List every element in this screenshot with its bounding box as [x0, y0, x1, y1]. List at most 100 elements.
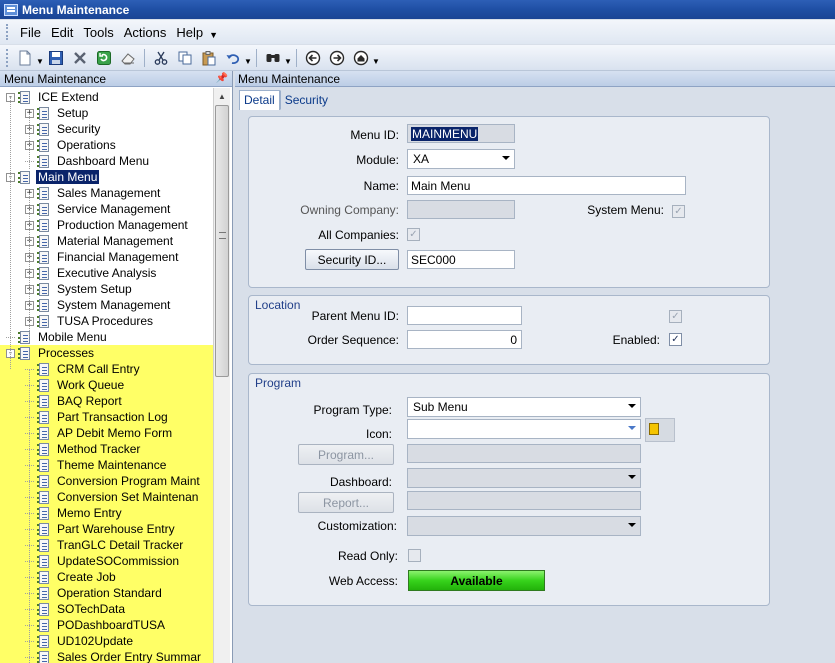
delete-icon[interactable] [70, 48, 90, 68]
icon-select[interactable] [407, 419, 641, 439]
all-companies-checkbox[interactable]: ✓ [407, 228, 420, 241]
refresh-icon[interactable] [94, 48, 114, 68]
back-icon[interactable] [303, 48, 323, 68]
security-id-field[interactable]: SEC000 [407, 250, 515, 269]
tree-row[interactable]: + TUSA Procedures [0, 313, 213, 329]
owning-company-field[interactable] [407, 200, 515, 219]
tree-row[interactable]: Create Job [0, 569, 213, 585]
name-field[interactable]: Main Menu [407, 176, 686, 195]
tree-row[interactable]: + Financial Management [0, 249, 213, 265]
tree-row[interactable]: + Sales Management [0, 185, 213, 201]
enabled-checkbox[interactable]: ✓ [669, 333, 682, 346]
tree-item-label[interactable]: Work Queue [55, 378, 126, 392]
tree-item-label[interactable]: Security [55, 122, 102, 136]
tree-item-label[interactable]: Conversion Program Maint [55, 474, 202, 488]
tree-item-label[interactable]: Main Menu [36, 170, 100, 184]
tree-row[interactable]: + Production Management [0, 217, 213, 233]
tree-item-label[interactable]: Dashboard Menu [55, 154, 151, 168]
tree-item-label[interactable]: System Management [55, 298, 172, 312]
search-dropdown-icon[interactable]: ▼ [284, 57, 292, 66]
report-field[interactable] [407, 491, 641, 510]
tree-item-label[interactable]: Part Transaction Log [55, 410, 170, 424]
tree-row[interactable]: + System Management [0, 297, 213, 313]
tree-item-label[interactable]: Setup [55, 106, 90, 120]
tree-item-label[interactable]: ICE Extend [36, 90, 101, 104]
security-id-button[interactable]: Security ID... [305, 249, 399, 270]
tree-row[interactable]: Part Transaction Log [0, 409, 213, 425]
tree-row[interactable]: AP Debit Memo Form [0, 425, 213, 441]
menu-id-field[interactable]: MAINMENU [407, 124, 515, 143]
tree-row[interactable]: Conversion Program Maint [0, 473, 213, 489]
pin-icon[interactable]: 📌 [216, 73, 228, 84]
tree-item-label[interactable]: TranGLC Detail Tracker [55, 538, 185, 552]
tree-item-label[interactable]: Operations [55, 138, 118, 152]
new-icon[interactable] [15, 48, 35, 68]
forward-icon[interactable] [327, 48, 347, 68]
tree-item-label[interactable]: Executive Analysis [55, 266, 158, 280]
tree-row[interactable]: + System Setup [0, 281, 213, 297]
tree-row[interactable]: + Executive Analysis [0, 265, 213, 281]
tree-row[interactable]: + Operations [0, 137, 213, 153]
tree-row[interactable]: + Material Management [0, 233, 213, 249]
save-icon[interactable] [46, 48, 66, 68]
menu-actions[interactable]: Actions [119, 25, 172, 40]
tree-item-label[interactable]: Part Warehouse Entry [55, 522, 177, 536]
tree-row[interactable]: Part Warehouse Entry [0, 521, 213, 537]
tree-row[interactable]: SOTechData [0, 601, 213, 617]
tree-item-label[interactable]: PODashboardTUSA [55, 618, 167, 632]
menu-tree[interactable]: - ICE Extend + Setup + Security + Operations Das… [0, 89, 213, 663]
tree-row[interactable]: Conversion Set Maintenan [0, 489, 213, 505]
read-only-checkbox[interactable] [408, 549, 421, 562]
undo-icon[interactable] [223, 48, 243, 68]
search-icon[interactable] [263, 48, 283, 68]
program-type-select[interactable]: Sub Menu [407, 397, 641, 417]
program-button[interactable]: Program... [298, 444, 394, 465]
tab-detail[interactable]: Detail [239, 90, 280, 110]
order-sequence-field[interactable]: 0 [407, 330, 522, 349]
tree-item-label[interactable]: Service Management [55, 202, 172, 216]
tree-item-label[interactable]: SOTechData [55, 602, 127, 616]
tree-item-label[interactable]: Create Job [55, 570, 118, 584]
tree-row[interactable]: Memo Entry [0, 505, 213, 521]
tree-row[interactable]: + Security [0, 121, 213, 137]
new-dropdown-icon[interactable]: ▼ [36, 57, 44, 66]
tree-row[interactable]: Method Tracker [0, 441, 213, 457]
tree-row[interactable]: + Setup [0, 105, 213, 121]
menu-tools[interactable]: Tools [78, 25, 118, 40]
tree-row[interactable]: - ICE Extend [0, 89, 213, 105]
tree-item-label[interactable]: UD102Update [55, 634, 135, 648]
scrollbar-thumb[interactable] [215, 105, 229, 377]
copy-icon[interactable] [175, 48, 195, 68]
home-dropdown-icon[interactable]: ▼ [372, 57, 380, 66]
tree-item-label[interactable]: Financial Management [55, 250, 180, 264]
tree-item-label[interactable]: Material Management [55, 234, 175, 248]
tree-item-label[interactable]: CRM Call Entry [55, 362, 142, 376]
tree-row[interactable]: Sales Order Entry Summar [0, 649, 213, 663]
menu-file[interactable]: File [15, 25, 46, 40]
parent-menu-id-field[interactable] [407, 306, 522, 325]
tree-item-label[interactable]: Production Management [55, 218, 190, 232]
tree-item-label[interactable]: TUSA Procedures [55, 314, 155, 328]
tree-item-label[interactable]: Memo Entry [55, 506, 124, 520]
undo-dropdown-icon[interactable]: ▼ [244, 57, 252, 66]
tree-item-label[interactable]: AP Debit Memo Form [55, 426, 174, 440]
tab-security[interactable]: Security [279, 90, 333, 110]
tree-item-label[interactable]: System Setup [55, 282, 134, 296]
clear-icon[interactable] [118, 48, 138, 68]
location-disabled-checkbox[interactable]: ✓ [669, 310, 682, 323]
tree-row[interactable]: BAQ Report [0, 393, 213, 409]
menubar-overflow-icon[interactable]: ▼ [209, 30, 218, 40]
report-button[interactable]: Report... [298, 492, 394, 513]
customization-select[interactable] [407, 516, 641, 536]
tree-row[interactable]: Dashboard Menu [0, 153, 213, 169]
tree-item-label[interactable]: Sales Order Entry Summar [55, 650, 203, 663]
tree-item-label[interactable]: Mobile Menu [36, 330, 109, 344]
menu-edit[interactable]: Edit [46, 25, 78, 40]
tree-item-label[interactable]: UpdateSOCommission [55, 554, 181, 568]
cut-icon[interactable] [151, 48, 171, 68]
menu-help[interactable]: Help [171, 25, 208, 40]
tree-item-label[interactable]: Operation Standard [55, 586, 164, 600]
module-select[interactable]: XA [407, 149, 515, 169]
tree-row[interactable]: UD102Update [0, 633, 213, 649]
tree-item-label[interactable]: Theme Maintenance [55, 458, 168, 472]
